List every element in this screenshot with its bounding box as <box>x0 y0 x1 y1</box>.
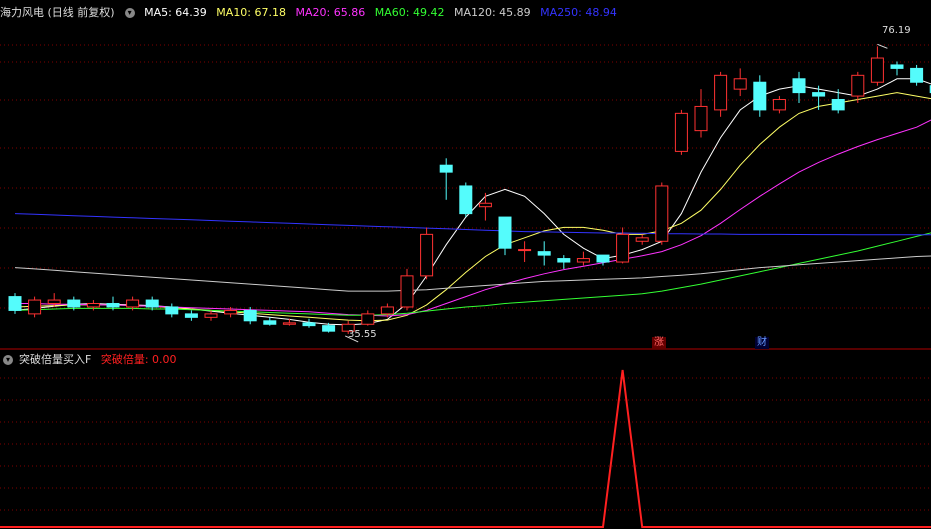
candle-body <box>439 164 453 173</box>
candle-body <box>537 251 551 256</box>
candle-body <box>322 325 336 332</box>
sub-title: 突破倍量买入F <box>19 353 92 366</box>
candle-body <box>126 299 140 308</box>
candle-body <box>733 78 747 90</box>
candle-body <box>361 313 375 325</box>
candle-body <box>851 74 865 97</box>
candle-body <box>302 322 316 327</box>
main-header: 海力风电 (日线 前复权) ▾ MA5: 64.39 MA10: 67.18 MA… <box>0 5 623 21</box>
candle-body <box>243 309 257 322</box>
candle-body <box>282 322 296 325</box>
ma250-line <box>14 213 931 236</box>
low-price-label: 35.55 <box>348 329 377 340</box>
candle-body <box>655 185 669 242</box>
candle-body <box>870 57 884 83</box>
candle-body <box>753 81 767 111</box>
candle-body <box>478 202 492 208</box>
candle-body <box>674 112 688 152</box>
indicator-line <box>0 369 931 528</box>
ma10-label: MA10: 67.18 <box>216 6 287 19</box>
candle-body <box>28 299 42 315</box>
candle-body <box>772 99 786 111</box>
candle-body <box>47 299 61 305</box>
candle-body <box>420 233 434 277</box>
candle-body <box>694 105 708 132</box>
candle-body <box>224 309 238 315</box>
zhang-tag[interactable]: 涨 <box>652 337 666 349</box>
candle-body <box>576 258 590 263</box>
candle-body <box>812 92 826 97</box>
candle-body <box>184 313 198 318</box>
cai-tag[interactable]: 财 <box>755 337 769 349</box>
settings-icon[interactable]: ▾ <box>3 355 13 365</box>
high-price-label: 76.19 <box>882 25 911 36</box>
sub-header: ▾ 突破倍量买入F 突破倍量: 0.00 <box>0 352 183 368</box>
candle-body <box>459 185 473 215</box>
ma5-label: MA5: 64.39 <box>144 6 207 19</box>
chart-canvas[interactable] <box>0 0 931 529</box>
ma20-label: MA20: 65.86 <box>295 6 366 19</box>
candle-body <box>557 258 571 263</box>
candle-body <box>714 74 728 111</box>
candle-body <box>67 299 81 308</box>
candle-body <box>165 306 179 315</box>
high-pointer <box>877 43 888 49</box>
candle-body <box>890 64 904 69</box>
candle-body <box>596 254 610 263</box>
candle-body <box>792 78 806 94</box>
candle-body <box>518 249 532 252</box>
ma120-label: MA120: 45.89 <box>453 6 531 19</box>
candle-body <box>498 216 512 249</box>
candle-body <box>145 299 159 308</box>
ma250-label: MA250: 48.94 <box>540 6 617 19</box>
ma5-line <box>14 78 931 326</box>
candle-body <box>204 313 218 318</box>
candle-body <box>263 320 277 325</box>
ma120-line <box>14 255 931 292</box>
candle-body <box>616 233 630 263</box>
sub-value-label: 突破倍量: 0.00 <box>100 353 177 366</box>
settings-icon[interactable]: ▾ <box>124 8 135 18</box>
candle-body <box>831 99 845 111</box>
candle-body <box>106 303 120 308</box>
candle-body <box>400 275 414 308</box>
candle-body <box>910 67 924 83</box>
candle-body <box>635 237 649 242</box>
ma60-label: MA60: 49.42 <box>374 6 445 19</box>
candle-body <box>86 303 100 308</box>
candle-body <box>380 306 394 315</box>
main-title: 海力风电 (日线 前复权) <box>0 6 115 19</box>
candle-body <box>8 296 22 311</box>
